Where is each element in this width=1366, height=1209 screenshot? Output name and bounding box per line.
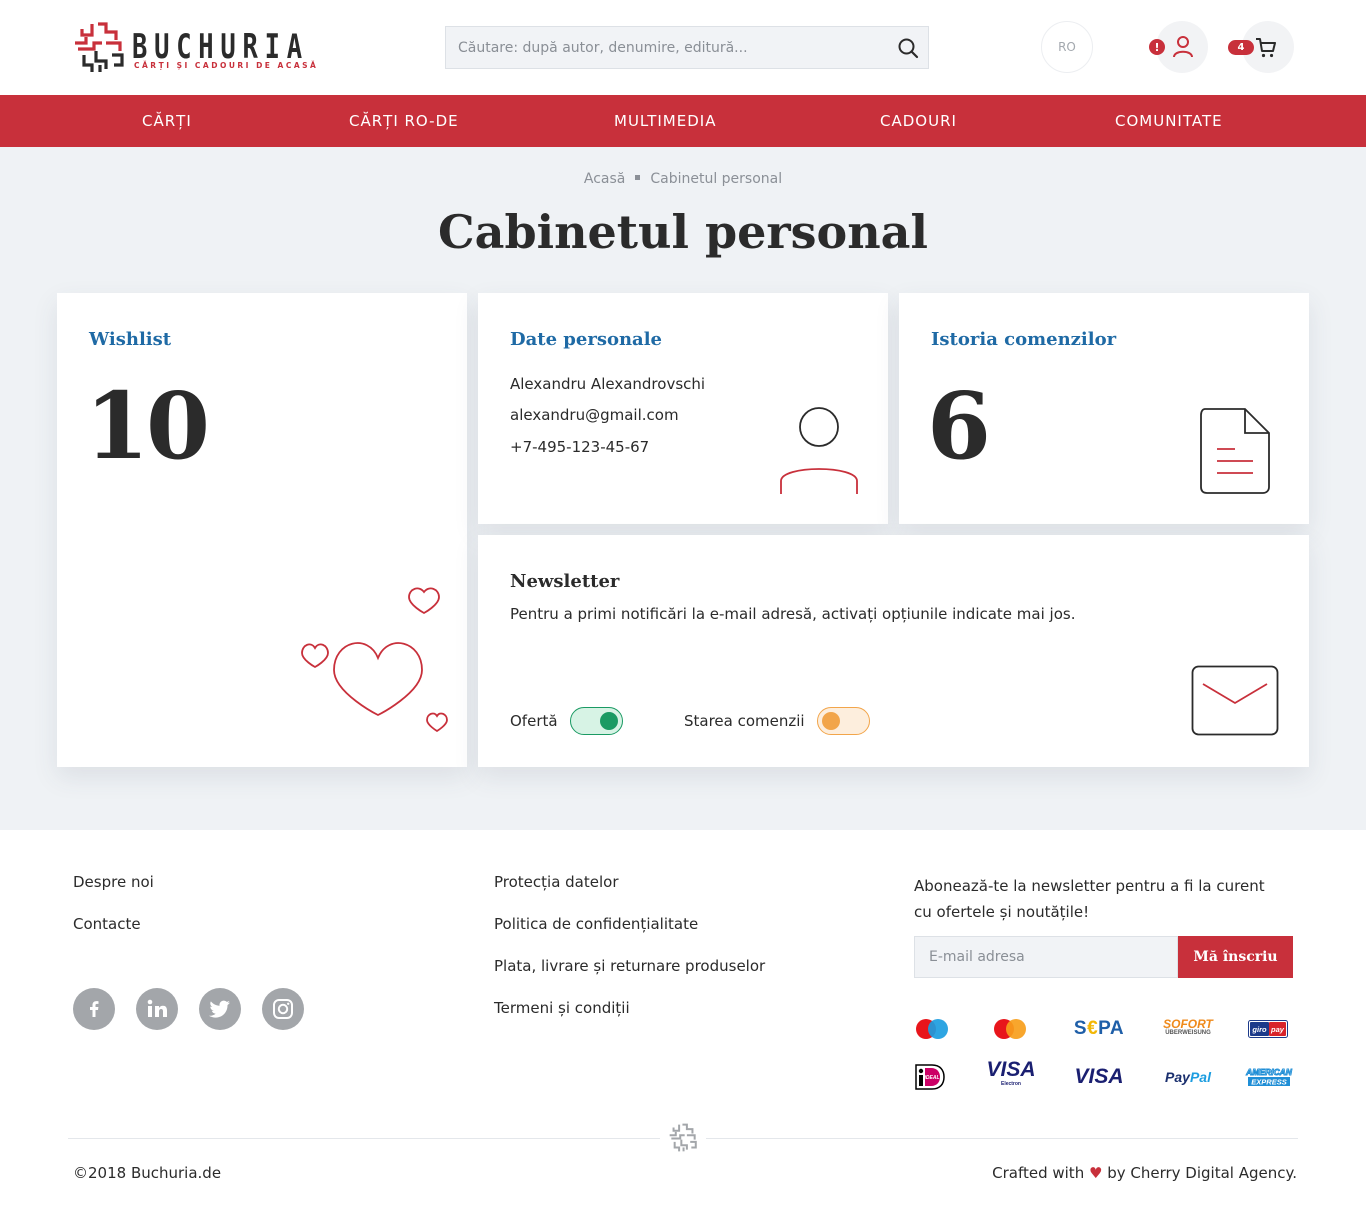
page-title: Cabinetul personal	[438, 205, 928, 259]
envelope-icon	[1191, 665, 1279, 736]
logo-tagline: CĂRȚI ȘI CADOURI DE ACASĂ	[134, 61, 319, 70]
facebook-icon[interactable]	[73, 988, 115, 1030]
personal-email: alexandru@gmail.com	[510, 406, 679, 424]
twitter-icon[interactable]	[199, 988, 241, 1030]
footer-link-data-protection[interactable]: Protecția datelor	[494, 873, 619, 891]
cart-button[interactable]: 4	[1228, 21, 1294, 73]
wishlist-card[interactable]: Wishlist 10	[57, 293, 467, 767]
footer-logo-mark-icon	[660, 1122, 706, 1154]
search-box	[445, 26, 929, 69]
main-nav: CĂRȚI CĂRȚI RO-DE MULTIMEDIA CADOURI COM…	[0, 95, 1366, 147]
crafted-suffix[interactable]: by Cherry Digital Agency.	[1107, 1164, 1297, 1182]
american-express-logo: AMERICAN EXPRESS	[1244, 1062, 1294, 1092]
nav-item-carti-ro-de[interactable]: CĂRȚI RO-DE	[349, 95, 459, 147]
mastercard-logo	[992, 1014, 1028, 1044]
account-button[interactable]: !	[1143, 21, 1208, 73]
cart-count-badge: 4	[1228, 40, 1254, 55]
svg-text:AMERICAN: AMERICAN	[1245, 1067, 1293, 1077]
order-history-title: Istoria comenzilor	[931, 329, 1117, 350]
personal-data-title: Date personale	[510, 329, 663, 350]
svg-text:iDEAL: iDEAL	[925, 1075, 940, 1081]
site-header: BUCHURIA CĂRȚI ȘI CADOURI DE ACASĂ RO ! …	[0, 0, 1366, 95]
document-icon	[1200, 408, 1270, 494]
site-footer: Despre noi Contacte Protecția datelor Po…	[0, 830, 1366, 1209]
breadcrumb-home[interactable]: Acasă	[584, 171, 625, 187]
sofort-logo: SOFORT ÜBERWEISUNG	[1163, 1017, 1213, 1036]
newsletter-card: Newsletter Pentru a primi notificări la …	[478, 535, 1309, 767]
newsletter-description: Pentru a primi notificări la e-mail adre…	[510, 605, 1076, 623]
footer-link-payment-delivery[interactable]: Plata, livrare și returnare produselor	[494, 957, 765, 975]
toggle-offer-row: Ofertă	[510, 707, 623, 735]
instagram-icon[interactable]	[262, 988, 304, 1030]
crafted-by: Crafted with ♥ by Cherry Digital Agency.	[992, 1164, 1297, 1182]
nav-item-carti[interactable]: CĂRȚI	[142, 95, 192, 147]
sepa-logo: S € PA	[1073, 1018, 1125, 1039]
ideal-logo: iDEAL	[914, 1062, 946, 1092]
footer-link-contacts[interactable]: Contacte	[73, 915, 141, 933]
nav-item-cadouri[interactable]: CADOURI	[880, 95, 957, 147]
breadcrumb-separator	[635, 175, 641, 180]
wishlist-count: 10	[85, 372, 210, 480]
user-icon	[1173, 36, 1193, 58]
hearts-icon	[301, 587, 448, 733]
maestro-logo	[914, 1014, 950, 1044]
paypal-logo: Pay Pal	[1165, 1069, 1211, 1085]
logo-mark-icon	[75, 22, 124, 72]
toggle-offer[interactable]	[569, 707, 623, 735]
linkedin-icon[interactable]	[136, 988, 178, 1030]
toggle-order-status-label: Starea comenzii	[684, 712, 805, 730]
nav-item-comunitate[interactable]: COMUNITATE	[1115, 95, 1223, 147]
toggle-order-status-row: Starea comenzii	[684, 707, 870, 735]
svg-text:EXPRESS: EXPRESS	[1251, 1078, 1286, 1087]
personal-name: Alexandru Alexandrovschi	[510, 375, 706, 393]
personal-data-card[interactable]: Date personale Alexandru Alexandrovschi …	[478, 293, 888, 524]
crafted-prefix: Crafted with	[992, 1164, 1085, 1182]
newsletter-email-input[interactable]	[914, 936, 1178, 978]
newsletter-subscribe-text: Abonează-te la newsletter pentru a fi la…	[914, 877, 1265, 921]
svg-text:pay: pay	[1270, 1025, 1285, 1034]
footer-link-privacy-policy[interactable]: Politica de confidențialitate	[494, 915, 698, 933]
search-input[interactable]	[458, 27, 888, 68]
search-icon[interactable]	[896, 36, 920, 60]
newsletter-subscribe-form: Mă înscriu	[914, 936, 1293, 978]
newsletter-title: Newsletter	[510, 571, 620, 592]
toggle-order-status[interactable]	[816, 707, 870, 735]
person-icon	[780, 407, 858, 494]
visa-logo: VISA	[1074, 1065, 1124, 1088]
subscribe-button[interactable]: Mă înscriu	[1178, 936, 1293, 978]
footer-link-about[interactable]: Despre noi	[73, 873, 154, 891]
wishlist-title: Wishlist	[89, 329, 172, 350]
alert-badge: !	[1149, 39, 1165, 55]
nav-item-multimedia[interactable]: MULTIMEDIA	[614, 95, 716, 147]
breadcrumb: Acasă Cabinetul personal	[0, 171, 1366, 187]
breadcrumb-current: Cabinetul personal	[650, 171, 783, 187]
language-switcher[interactable]: RO	[1041, 21, 1093, 73]
visa-electron-logo: VISA Electron	[986, 1058, 1036, 1087]
cart-icon	[1256, 38, 1276, 58]
order-history-card[interactable]: Istoria comenzilor 6	[899, 293, 1309, 524]
toggle-knob	[821, 712, 840, 730]
giropay-logo: giro pay	[1248, 1014, 1288, 1044]
toggle-knob	[599, 712, 618, 730]
personal-phone: +7-495-123-45-67	[510, 438, 650, 456]
copyright: ©2018 Buchuria.de	[73, 1164, 222, 1182]
footer-link-terms[interactable]: Termeni și condiții	[494, 999, 630, 1017]
main-content: Acasă Cabinetul personal Cabinetul person…	[0, 147, 1366, 830]
logo[interactable]: BUCHURIA CĂRȚI ȘI CADOURI DE ACASĂ	[72, 21, 317, 75]
order-count: 6	[927, 372, 991, 480]
toggle-offer-label: Ofertă	[510, 712, 558, 730]
heart-icon: ♥	[1088, 1164, 1103, 1182]
svg-text:giro: giro	[1251, 1025, 1267, 1034]
